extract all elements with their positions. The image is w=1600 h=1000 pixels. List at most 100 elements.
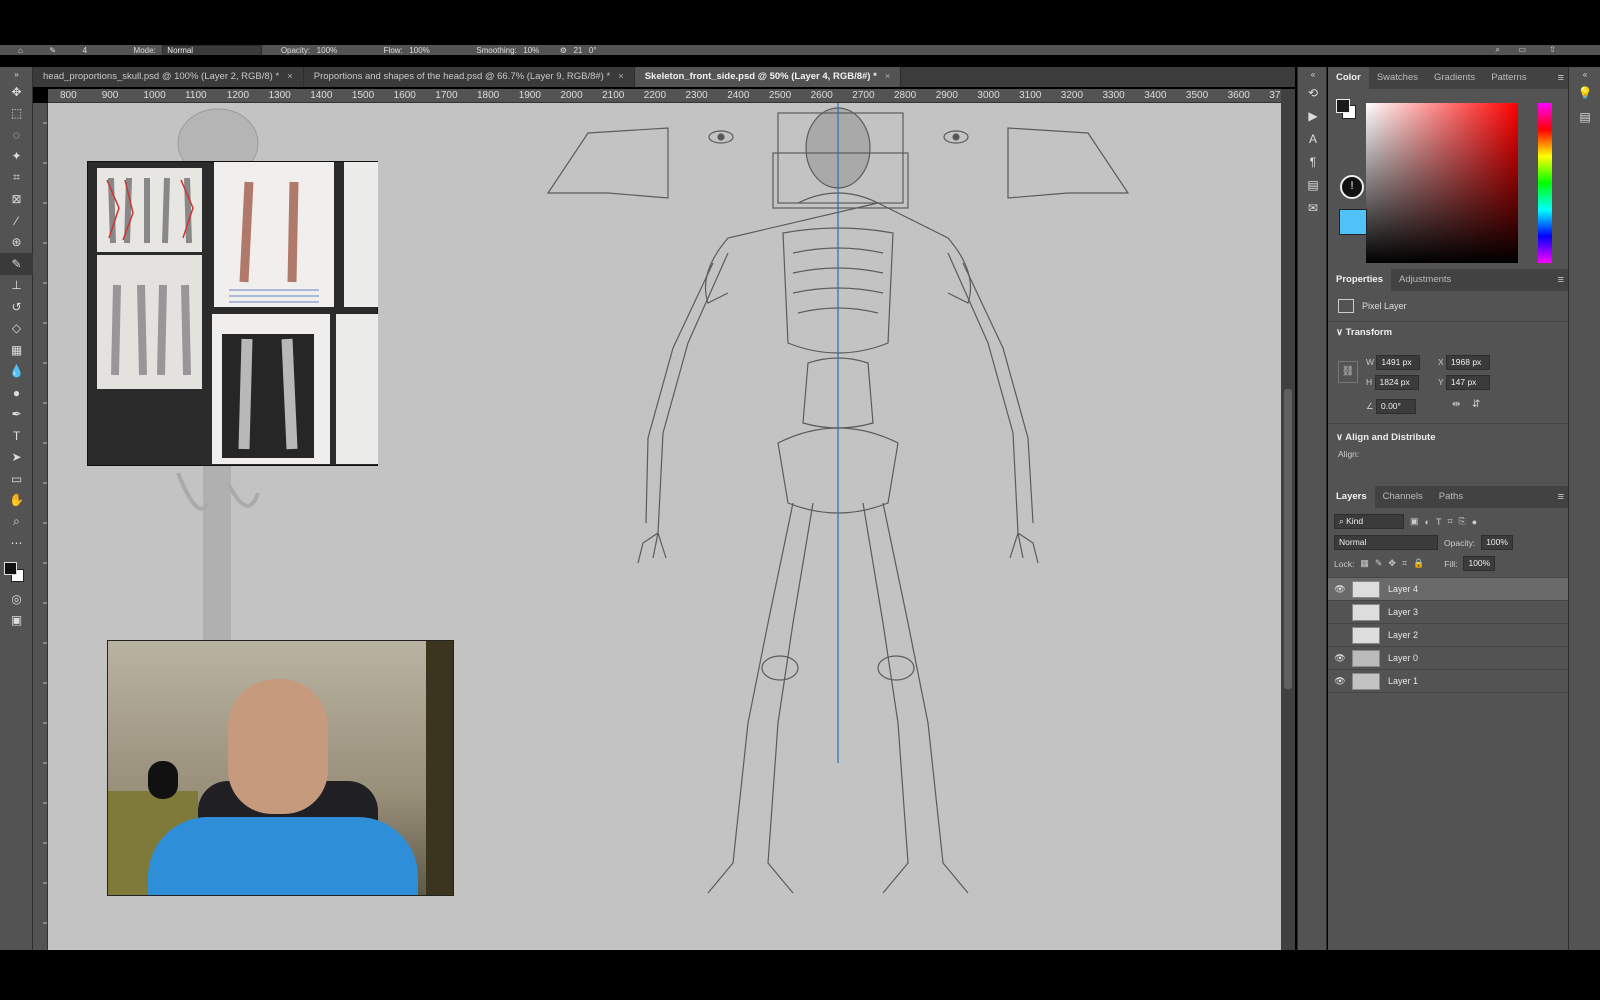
document-canvas[interactable] [48, 103, 1281, 950]
collapse-icon[interactable]: « [1298, 67, 1328, 81]
mode-select[interactable]: Normal [162, 45, 263, 55]
visibility-eye-icon[interactable]: 👁 [1328, 584, 1352, 595]
blur-tool-icon[interactable]: 💧 [0, 361, 33, 383]
angle-value[interactable]: 21 [573, 46, 582, 55]
layer-row[interactable]: 👁 Layer 1 [1328, 670, 1568, 693]
brush-tool-icon[interactable]: ✎ [0, 253, 33, 275]
quick-mask-icon[interactable]: ◎ [0, 588, 33, 610]
brush-preset-icon[interactable]: ✎ [49, 46, 56, 55]
lock-artboard-icon[interactable]: ⌗ [1402, 558, 1407, 569]
path-select-icon[interactable]: ➤ [0, 447, 33, 469]
filter-shape-icon[interactable]: ⌗ [1447, 516, 1452, 527]
close-icon[interactable]: × [885, 67, 891, 87]
layer-row[interactable]: Layer 3 [1328, 601, 1568, 624]
filter-pixel-icon[interactable]: ▣ [1410, 516, 1419, 527]
flip-horizontal-icon[interactable]: ⇹ [1452, 399, 1460, 410]
filter-adjustment-icon[interactable]: ◐ [1425, 517, 1430, 527]
screen-mode-icon[interactable]: ▣ [0, 610, 33, 632]
visibility-eye-icon[interactable]: 👁 [1328, 653, 1352, 664]
vertical-scrollbar[interactable] [1281, 89, 1295, 950]
collapse-icon[interactable]: « [1569, 67, 1600, 81]
tab-color[interactable]: Color [1328, 67, 1369, 89]
panel-menu-icon[interactable]: ≡ [1558, 274, 1564, 286]
y-field[interactable]: 147 px [1445, 375, 1490, 390]
tab-properties[interactable]: Properties [1328, 269, 1391, 291]
hue-slider[interactable] [1538, 103, 1552, 263]
search-icon[interactable]: ⌕ [1496, 45, 1500, 55]
actions-play-icon[interactable]: ▶ [1298, 104, 1328, 127]
tab-swatches[interactable]: Swatches [1369, 67, 1426, 89]
healing-brush-icon[interactable]: ⊛ [0, 232, 33, 254]
panel-menu-icon[interactable]: ≡ [1558, 72, 1564, 84]
paragraph-icon[interactable]: ¶ [1298, 150, 1328, 173]
tab-proportions-head[interactable]: Proportions and shapes of the head.psd @… [303, 67, 635, 87]
flip-vertical-icon[interactable]: ⇵ [1472, 399, 1480, 410]
layer-row[interactable]: 👁 Layer 0 [1328, 647, 1568, 670]
link-icon[interactable]: ⛓ [1338, 361, 1358, 383]
crop-tool-icon[interactable]: ⌗ [0, 167, 33, 189]
tab-gradients[interactable]: Gradients [1426, 67, 1483, 89]
visibility-eye-icon[interactable]: 👁 [1328, 676, 1352, 687]
tab-head-proportions[interactable]: head_proportions_skull.psd @ 100% (Layer… [33, 67, 304, 87]
move-tool-icon[interactable]: ✥ [0, 81, 33, 103]
close-icon[interactable]: × [287, 67, 293, 87]
libraries-panel-icon[interactable]: ▤ [1569, 105, 1600, 129]
lock-transparent-icon[interactable]: ▦ [1360, 558, 1369, 569]
layer-row[interactable]: Layer 2 [1328, 624, 1568, 647]
history-brush-icon[interactable]: ↺ [0, 296, 33, 318]
tab-layers[interactable]: Layers [1328, 486, 1375, 508]
fill-field[interactable]: 100% [1463, 556, 1496, 571]
gamut-color-swatch[interactable] [1339, 209, 1367, 235]
reference-image-collage[interactable] [87, 161, 378, 466]
more-tools-icon[interactable]: ⋯ [0, 533, 33, 555]
horizontal-ruler[interactable]: 800 900 1000 1100 1200 1300 1400 1500 1600 1700 18… [48, 89, 1283, 103]
panel-menu-icon[interactable]: ≡ [1558, 491, 1564, 503]
out-of-gamut-icon[interactable]: ! [1340, 175, 1364, 199]
brush-size[interactable]: 4 [83, 46, 87, 55]
filter-toggle-icon[interactable]: ● [1472, 517, 1477, 527]
share-icon[interactable]: ⇧ [1549, 45, 1556, 55]
gradient-tool-icon[interactable]: ▦ [0, 339, 33, 361]
color-swatches[interactable] [0, 554, 33, 588]
color-picker-field[interactable] [1366, 103, 1518, 263]
lock-position-icon[interactable]: ✥ [1388, 558, 1396, 569]
workspace-icon[interactable]: ▭ [1518, 45, 1526, 55]
tab-patterns[interactable]: Patterns [1483, 67, 1534, 89]
close-icon[interactable]: × [618, 67, 624, 87]
pen-tool-icon[interactable]: ✒ [0, 404, 33, 426]
align-section-header[interactable]: ∨ Align and Distribute [1328, 427, 1444, 448]
history-icon[interactable]: ⟲ [1298, 81, 1328, 104]
eyedropper-icon[interactable]: ⁄ [0, 210, 33, 232]
clone-stamp-icon[interactable]: ⊥ [0, 275, 33, 297]
marquee-tool-icon[interactable]: ⬚ [0, 103, 33, 125]
hand-tool-icon[interactable]: ✋ [0, 490, 33, 512]
lock-pixels-icon[interactable]: ✎ [1375, 558, 1383, 569]
notes-icon[interactable]: ✉ [1298, 196, 1328, 219]
foreground-color-chip[interactable] [1336, 99, 1350, 113]
smoothing-value[interactable]: 10% [523, 46, 539, 55]
libraries-icon[interactable]: ▤ [1298, 173, 1328, 196]
angle-field[interactable]: 0.00° [1375, 399, 1416, 414]
blend-mode-select[interactable]: Normal [1334, 535, 1438, 550]
opacity-value[interactable]: 100% [317, 46, 337, 55]
layer-row[interactable]: 👁 Layer 4 [1328, 578, 1568, 601]
transform-section-header[interactable]: ∨ Transform [1328, 322, 1568, 343]
tab-skeleton-front[interactable]: Skeleton_front_side.psd @ 50% (Layer 4, … [634, 67, 902, 87]
filter-smart-icon[interactable]: ⎘ [1459, 516, 1466, 527]
vertical-ruler[interactable] [33, 103, 48, 950]
scrollbar-thumb[interactable] [1284, 389, 1292, 689]
eraser-icon[interactable]: ◇ [0, 318, 33, 340]
home-icon[interactable]: ⌂ [18, 46, 23, 55]
x-field[interactable]: 1968 px [1446, 355, 1491, 370]
quick-select-icon[interactable]: ✦ [0, 146, 33, 168]
tab-channels[interactable]: Channels [1375, 486, 1431, 508]
character-icon[interactable]: A [1298, 127, 1328, 150]
frame-tool-icon[interactable]: ⊠ [0, 189, 33, 211]
layer-filter-select[interactable]: ⌕ Kind [1334, 514, 1404, 529]
lasso-tool-icon[interactable]: ◌ [0, 124, 33, 146]
foreground-color-swatch[interactable] [4, 562, 17, 575]
layer-opacity-field[interactable]: 100% [1481, 535, 1513, 550]
filter-type-icon[interactable]: T [1436, 517, 1442, 527]
gear-icon[interactable]: ⚙ [560, 46, 567, 55]
tab-paths[interactable]: Paths [1431, 486, 1471, 508]
